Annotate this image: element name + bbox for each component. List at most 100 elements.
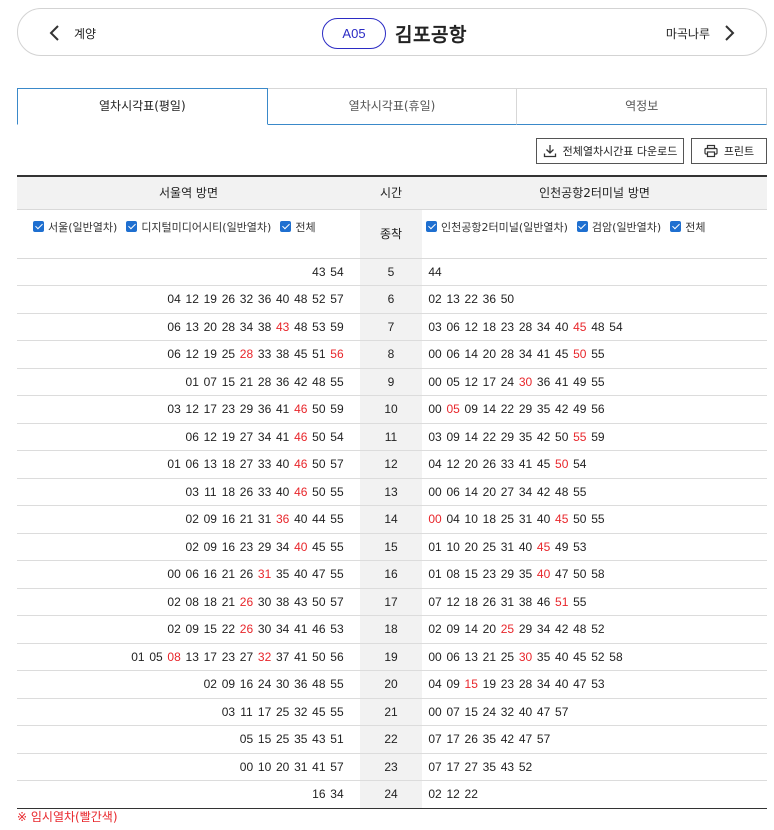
filter-geomam-checkbox[interactable]: 검암(일반열차) [576, 219, 662, 235]
timetable-tabs: 열차시각표(평일) 열차시각표(휴일) 역정보 [17, 88, 768, 125]
departure-minute: 56 [330, 649, 344, 664]
departure-minute: 20 [482, 347, 496, 362]
departure-minute: 58 [591, 567, 605, 582]
header-incheon-airport-direction: 인천공항2터미널 방면 [422, 175, 767, 210]
departure-minute: 49 [573, 374, 587, 389]
departure-minute: 01 [167, 457, 181, 472]
departure-minute: 56 [591, 402, 605, 417]
departure-minute: 00 [428, 347, 442, 362]
departure-minute: 24 [482, 704, 496, 719]
right-departures: 02 09 14 20 25 29 34 42 48 52 [422, 615, 767, 644]
extra-train-minute: 05 [446, 402, 460, 417]
download-icon [543, 145, 556, 158]
departure-minute: 29 [500, 429, 515, 444]
filter-label: 전체 [295, 220, 316, 234]
left-direction-filters: 서울(일반열차) 디지털미디어시티(일반열차) 전체 [17, 209, 360, 259]
timetable-row: 06 12 19 27 34 41 46 50 54 11 03 09 14 22 29 35 42 50 55 59 [17, 423, 767, 451]
departure-minute: 28 [500, 347, 515, 362]
departure-minute: 55 [591, 374, 605, 389]
departure-minute: 41 [294, 622, 308, 637]
tab-station-info[interactable]: 역정보 [517, 88, 768, 125]
left-departures: 05 15 25 35 43 51 [17, 725, 360, 754]
departure-minute: 20 [275, 759, 290, 774]
departure-minute: 52 [518, 759, 533, 774]
departure-minute: 42 [555, 402, 569, 417]
left-departures: 06 13 20 28 34 38 43 48 53 59 [17, 313, 360, 341]
departure-minute: 17 [203, 402, 217, 417]
filter-seoul-checkbox[interactable]: 서울(일반열차) [33, 219, 117, 235]
filter-all-right-checkbox[interactable]: 전체 [670, 219, 705, 235]
departure-minute: 36 [536, 374, 551, 389]
departure-minute: 00 [428, 649, 442, 664]
hour-cell: 9 [360, 368, 422, 396]
extra-train-minute: 30 [518, 649, 533, 664]
departure-minute: 03 [185, 484, 199, 499]
departure-minute: 02 [428, 292, 442, 307]
departure-minute: 41 [518, 457, 533, 472]
departure-minute: 26 [239, 484, 254, 499]
departure-minute: 40 [555, 649, 569, 664]
departure-minute: 51 [312, 347, 326, 362]
print-button[interactable]: 프린트 [691, 138, 767, 164]
departure-minute: 08 [185, 594, 199, 609]
right-departures: 00 06 14 20 27 34 42 48 55 [422, 478, 767, 506]
departure-minute: 18 [221, 457, 236, 472]
departure-minute: 00 [239, 759, 254, 774]
extra-train-minute: 46 [294, 484, 308, 499]
extra-train-minute: 31 [257, 567, 272, 582]
filter-label: 인천공항2터미널(일반열차) [441, 220, 568, 234]
departure-minute: 20 [203, 319, 217, 334]
departure-minute: 25 [500, 512, 515, 527]
departure-minute: 14 [464, 347, 478, 362]
right-departures: 01 10 20 25 31 40 45 49 53 [422, 533, 767, 561]
right-departures: 03 09 14 22 29 35 42 50 55 59 [422, 423, 767, 451]
departure-minute: 19 [203, 292, 217, 307]
departure-minute: 22 [464, 787, 478, 802]
departure-minute: 08 [446, 567, 460, 582]
departure-minute: 12 [185, 402, 199, 417]
filter-dmc-checkbox[interactable]: 디지털미디어시티(일반열차) [126, 219, 271, 235]
departure-minute: 30 [275, 677, 290, 692]
departure-minute: 31 [257, 512, 272, 527]
next-station-link[interactable]: 마곡나루 [666, 22, 740, 44]
terminal-label: 종착 [360, 209, 422, 259]
departure-minute: 31 [294, 759, 308, 774]
right-departures: 02 13 22 36 50 [422, 285, 767, 314]
departure-minute: 00 [167, 567, 181, 582]
filter-incheon-airport-t2-checkbox[interactable]: 인천공항2터미널(일반열차) [426, 219, 568, 235]
departure-minute: 06 [185, 457, 199, 472]
departure-minute: 14 [464, 429, 478, 444]
departure-minute: 12 [464, 319, 478, 334]
departure-minute: 55 [330, 374, 344, 389]
filter-all-left-checkbox[interactable]: 전체 [280, 219, 316, 235]
right-departures: 07 17 26 35 42 47 57 [422, 725, 767, 754]
departure-minute: 47 [518, 732, 533, 747]
timetable-row: 03 12 17 23 29 36 41 46 50 59 10 00 05 09 14 22 29 35 42 49… [17, 395, 767, 424]
departure-minute: 02 [203, 677, 217, 692]
departure-minute: 35 [536, 649, 551, 664]
departure-minute: 12 [185, 347, 199, 362]
departure-minute: 06 [167, 347, 181, 362]
departure-minute: 38 [275, 347, 290, 362]
tab-weekday-timetable[interactable]: 열차시각표(평일) [17, 88, 268, 125]
tab-holiday-timetable[interactable]: 열차시각표(휴일) [267, 88, 518, 125]
extra-train-note: ※ 임시열차(빨간색) [17, 810, 118, 824]
departure-minute: 07 [428, 732, 442, 747]
right-departures: 00 04 10 18 25 31 40 45 50 55 [422, 505, 767, 534]
departure-minute: 50 [312, 484, 326, 499]
right-departures: 01 08 15 23 29 35 40 47 50 58 [422, 560, 767, 589]
departure-minute: 33 [257, 457, 272, 472]
filter-label: 검암(일반열차) [591, 220, 662, 234]
departure-minute: 06 [446, 347, 460, 362]
departure-minute: 40 [518, 539, 533, 554]
departure-minute: 55 [591, 347, 605, 362]
departure-minute: 19 [221, 429, 236, 444]
departure-minute: 29 [518, 622, 533, 637]
departure-minute: 02 [185, 512, 199, 527]
print-button-label: 프린트 [723, 145, 755, 158]
extra-train-minute: 08 [167, 649, 181, 664]
previous-station-link[interactable]: 계양 [44, 22, 96, 44]
timetable-row: 02 09 15 22 26 30 34 41 46 53 18 02 09 14 20 25 29 34 42 48… [17, 615, 767, 644]
download-full-timetable-button[interactable]: 전체열차시간표 다운로드 [536, 138, 684, 164]
departure-minute: 03 [428, 319, 442, 334]
